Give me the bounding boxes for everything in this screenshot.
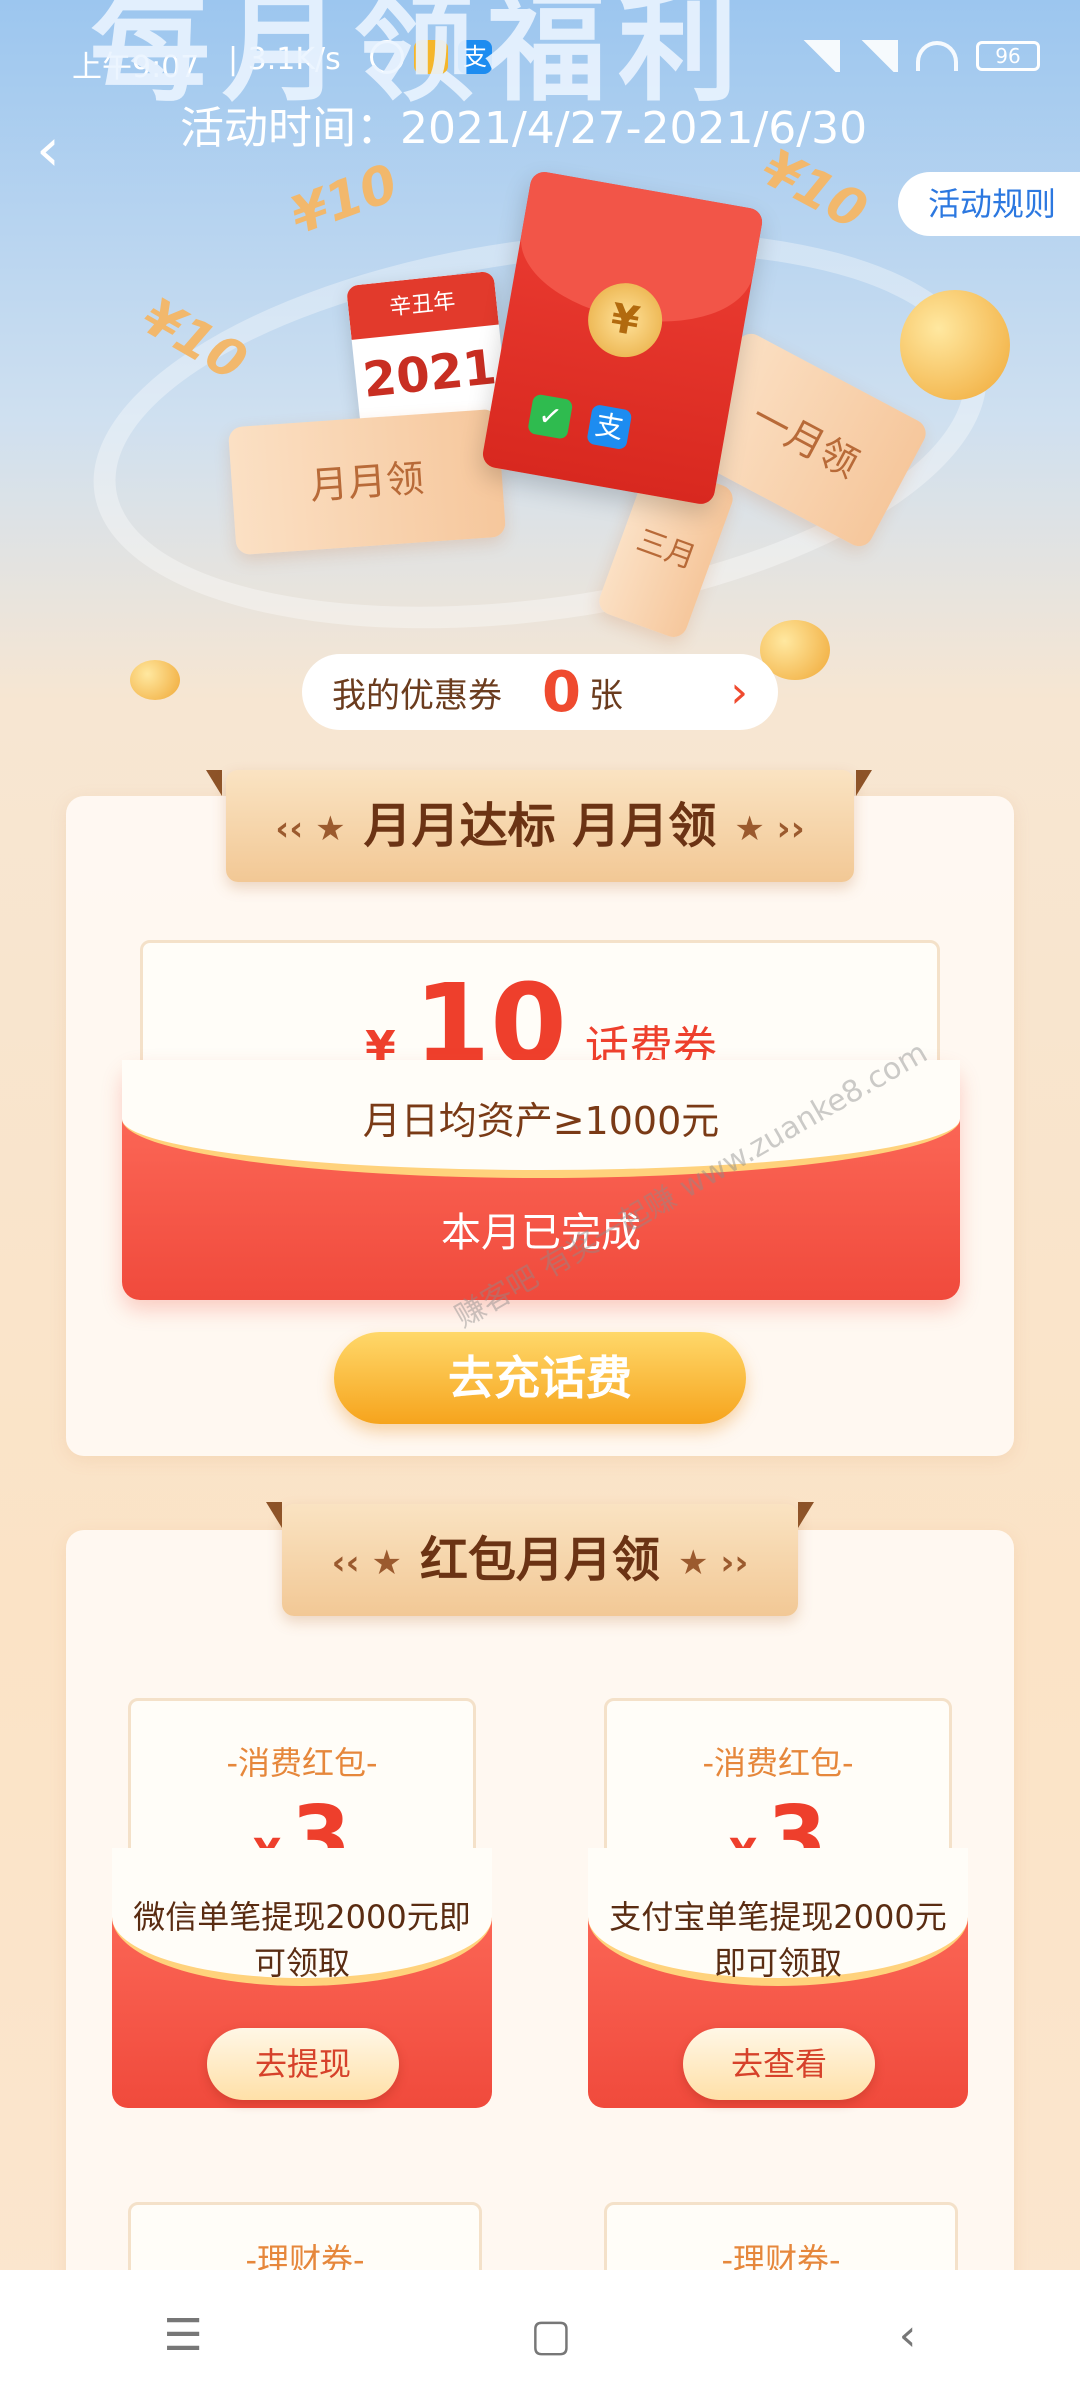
star-decoration-icon: ‹‹ ★ bbox=[275, 809, 346, 849]
chevron-right-icon: › bbox=[730, 666, 748, 718]
signal-icon-2 bbox=[858, 40, 898, 72]
header2-ear-right bbox=[798, 1502, 814, 1528]
section2-title: 红包月月领 bbox=[419, 1532, 660, 1588]
coupon-ten-label: ¥10 bbox=[283, 153, 406, 247]
recharge-phone-button[interactable]: 去充话费 bbox=[334, 1332, 746, 1424]
packet-desc-2: 支付宝单笔提现2000元即可领取 bbox=[609, 1898, 947, 1982]
packet-kind: -消费红包- bbox=[226, 1744, 378, 1782]
section-header-monthly-target: ‹‹ ★ 月月达标 月月领 ★ ›› bbox=[226, 770, 854, 882]
star-decoration-icon-2-right: ★ ›› bbox=[678, 1543, 749, 1583]
gold-coin-icon-3 bbox=[130, 660, 180, 700]
red-packet-wechat: -消费红包- ¥3 微信单笔提现2000元即可领取 去提现 bbox=[112, 1698, 492, 2108]
signal-icon bbox=[800, 40, 840, 72]
header-ear-left bbox=[206, 770, 222, 796]
coupon-count: 0 bbox=[542, 659, 581, 725]
withdraw-button[interactable]: 去提现 bbox=[207, 2028, 399, 2100]
system-navigation-bar: ☰ ▢ ‹ bbox=[0, 2270, 1080, 2400]
my-coupons-label: 我的优惠券 bbox=[332, 675, 502, 716]
wechat-icon: ✓ bbox=[527, 393, 574, 440]
alipay-logo-icon: 支 bbox=[586, 403, 633, 451]
activity-period: 活动时间：2021/4/27-2021/6/30 bbox=[180, 103, 868, 154]
section-title: 月月达标 月月领 bbox=[363, 798, 717, 854]
menu-icon[interactable]: ☰ bbox=[164, 2310, 203, 2361]
back-icon[interactable]: ‹ bbox=[899, 2310, 917, 2361]
back-button[interactable]: ‹ bbox=[36, 120, 84, 180]
wifi-icon bbox=[916, 41, 958, 71]
chevron-left-icon: ‹ bbox=[36, 115, 60, 185]
calendar-year: 2021 bbox=[360, 339, 499, 409]
star-decoration-icon-2: ‹‹ ★ bbox=[331, 1543, 402, 1583]
my-coupons-button[interactable]: 我的优惠券 0 张 › bbox=[302, 654, 778, 730]
battery-icon: 96 bbox=[976, 41, 1040, 71]
coupon-unit: 张 bbox=[588, 675, 623, 716]
red-packet-alipay: -消费红包- ¥3 支付宝单笔提现2000元即可领取 去查看 bbox=[588, 1698, 968, 2108]
status-right-icons: 96 bbox=[800, 40, 1040, 72]
star-decoration-icon-right: ★ ›› bbox=[734, 809, 805, 849]
activity-rules-button[interactable]: 活动规则 bbox=[897, 172, 1080, 236]
home-icon[interactable]: ▢ bbox=[530, 2310, 572, 2361]
packet-kind-2: -消费红包- bbox=[702, 1744, 854, 1782]
section-header-red-packet: ‹‹ ★ 红包月月领 ★ ›› bbox=[282, 1504, 798, 1616]
ticket-monthly: 月月领 bbox=[227, 408, 507, 556]
header2-ear-left bbox=[266, 1502, 282, 1528]
gold-coin-icon bbox=[900, 290, 1010, 400]
view-button[interactable]: 去查看 bbox=[683, 2028, 875, 2100]
coupon-condition: 月日均资产≥1000元 bbox=[362, 1099, 720, 1143]
header-ear-right bbox=[856, 770, 872, 796]
packet-desc: 微信单笔提现2000元即可领取 bbox=[133, 1898, 471, 1982]
